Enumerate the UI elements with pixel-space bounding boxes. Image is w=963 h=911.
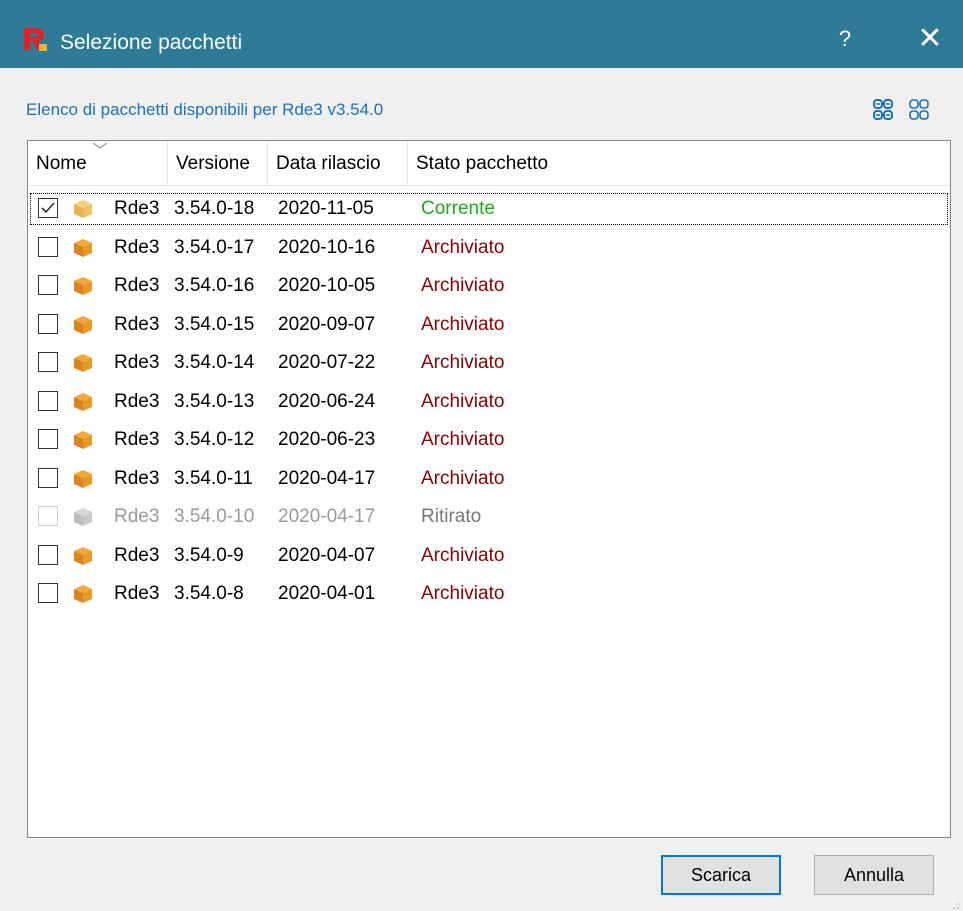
download-button[interactable]: Scarica [661, 855, 781, 895]
row-checkbox[interactable] [38, 583, 58, 603]
package-selection-dialog: Selezione pacchetti ? ✕ Elenco di pacche… [0, 0, 963, 911]
package-status: Archiviato [421, 275, 505, 296]
title-bar[interactable]: Selezione pacchetti ? ✕ [0, 0, 963, 68]
package-release-date: 2020-10-16 [278, 236, 376, 258]
package-name: Rde3 [114, 275, 160, 296]
package-box-icon [74, 277, 92, 295]
close-button[interactable]: ✕ [912, 22, 948, 56]
package-version: 3.54.0-12 [174, 429, 255, 450]
package-release-date: 2020-07-22 [278, 352, 376, 373]
list-item[interactable]: Rde3 3.54.0-14 2020-07-22 Archiviato [28, 345, 950, 381]
checkmark-icon [41, 202, 55, 214]
list-item[interactable]: Rde3 3.54.0-13 2020-06-24 Archiviato [28, 384, 950, 420]
package-release-date: 2020-04-17 [278, 506, 376, 527]
package-name: Rde3 [114, 467, 160, 489]
list-item[interactable]: Rde3 3.54.0-10 2020-04-17 Ritirato [28, 499, 950, 535]
row-checkbox[interactable] [38, 429, 58, 449]
package-version: 3.54.0-18 [174, 198, 255, 219]
window-title: Selezione pacchetti [60, 31, 243, 54]
column-header-version[interactable]: Versione [168, 141, 268, 185]
package-box-icon [74, 200, 92, 218]
package-name: Rde3 [114, 352, 160, 373]
package-name: Rde3 [114, 390, 160, 412]
package-status: Archiviato [421, 544, 505, 566]
row-checkbox[interactable] [38, 198, 58, 218]
package-box-icon [74, 546, 92, 565]
package-box-icon [74, 392, 92, 411]
package-box-icon [74, 315, 92, 334]
package-status: Archiviato [421, 352, 505, 373]
app-r-logo-icon [24, 28, 47, 51]
package-version: 3.54.0-13 [174, 390, 255, 412]
list-item[interactable]: Rde3 3.54.0-17 2020-10-16 Archiviato [28, 230, 950, 266]
package-name: Rde3 [114, 236, 160, 258]
package-version: 3.54.0-17 [174, 236, 255, 258]
package-release-date: 2020-04-17 [278, 467, 376, 489]
list-item[interactable]: Rde3 3.54.0-16 2020-10-05 Archiviato [28, 268, 950, 304]
package-release-date: 2020-04-01 [278, 583, 376, 604]
package-version: 3.54.0-11 [174, 467, 253, 489]
package-name: Rde3 [114, 429, 160, 450]
row-checkbox[interactable] [38, 352, 58, 372]
package-box-icon [74, 508, 92, 526]
package-box-icon [74, 238, 92, 257]
list-item[interactable]: Rde3 3.54.0-11 2020-04-17 Archiviato [28, 461, 950, 497]
package-box-icon [74, 431, 92, 449]
package-release-date: 2020-09-07 [278, 313, 376, 335]
list-item[interactable]: Rde3 3.54.0-15 2020-09-07 Archiviato [28, 307, 950, 343]
row-checkbox[interactable] [38, 467, 58, 488]
help-button[interactable]: ? [830, 24, 860, 54]
package-release-date: 2020-06-24 [278, 390, 376, 412]
package-name: Rde3 [114, 583, 160, 604]
row-checkbox[interactable] [38, 275, 58, 295]
column-header-name[interactable]: Nome [28, 141, 168, 185]
package-release-date: 2020-04-07 [278, 544, 376, 566]
package-status: Corrente [421, 198, 495, 219]
package-box-icon [74, 354, 92, 372]
package-version: 3.54.0-15 [174, 313, 255, 335]
row-checkbox[interactable] [38, 390, 58, 411]
package-release-date: 2020-10-05 [278, 275, 376, 296]
package-version: 3.54.0-16 [174, 275, 255, 296]
package-version: 3.54.0-10 [174, 506, 255, 527]
cancel-button[interactable]: Annulla [814, 855, 934, 895]
package-box-icon [74, 469, 92, 488]
list-item[interactable]: Rde3 3.54.0-8 2020-04-01 Archiviato [28, 576, 950, 612]
list-item[interactable]: Rde3 3.54.0-18 2020-11-05 Corrente [28, 191, 950, 227]
package-release-date: 2020-06-23 [278, 429, 376, 450]
package-version: 3.54.0-8 [174, 583, 244, 604]
view-toggle-icons [873, 99, 929, 120]
package-box-icon [74, 585, 92, 603]
sort-chevron-down-icon [92, 142, 108, 149]
package-list[interactable]: Nome Versione Data rilascio Stato pacche… [27, 140, 951, 838]
package-name: Rde3 [114, 506, 160, 527]
package-status: Archiviato [421, 390, 505, 412]
package-list-subtitle: Elenco di pacchetti disponibili per Rde3… [26, 100, 384, 119]
list-item[interactable]: Rde3 3.54.0-12 2020-06-23 Archiviato [28, 422, 950, 458]
row-checkbox[interactable] [38, 236, 58, 257]
package-release-date: 2020-11-05 [278, 198, 374, 219]
row-checkbox[interactable] [38, 544, 58, 565]
column-header-status[interactable]: Stato pacchetto [408, 141, 950, 185]
row-checkbox[interactable] [38, 313, 58, 334]
resize-grip-icon[interactable] [952, 902, 960, 910]
package-status: Archiviato [421, 467, 505, 489]
package-name: Rde3 [114, 544, 160, 566]
package-status: Archiviato [421, 313, 505, 335]
package-version: 3.54.0-9 [174, 544, 244, 566]
list-item[interactable]: Rde3 3.54.0-9 2020-04-07 Archiviato [28, 538, 950, 574]
column-header-release-date[interactable]: Data rilascio [268, 141, 408, 185]
package-status: Archiviato [421, 583, 505, 604]
package-status: Archiviato [421, 236, 505, 258]
expand-all-icon[interactable] [873, 99, 893, 120]
collapse-all-icon[interactable] [909, 99, 929, 120]
row-checkbox [38, 506, 58, 526]
list-header: Nome Versione Data rilascio Stato pacche… [28, 141, 950, 186]
package-status: Ritirato [421, 506, 482, 527]
package-name: Rde3 [114, 198, 160, 219]
package-name: Rde3 [114, 313, 160, 335]
package-version: 3.54.0-14 [174, 352, 255, 373]
package-status: Archiviato [421, 429, 505, 450]
